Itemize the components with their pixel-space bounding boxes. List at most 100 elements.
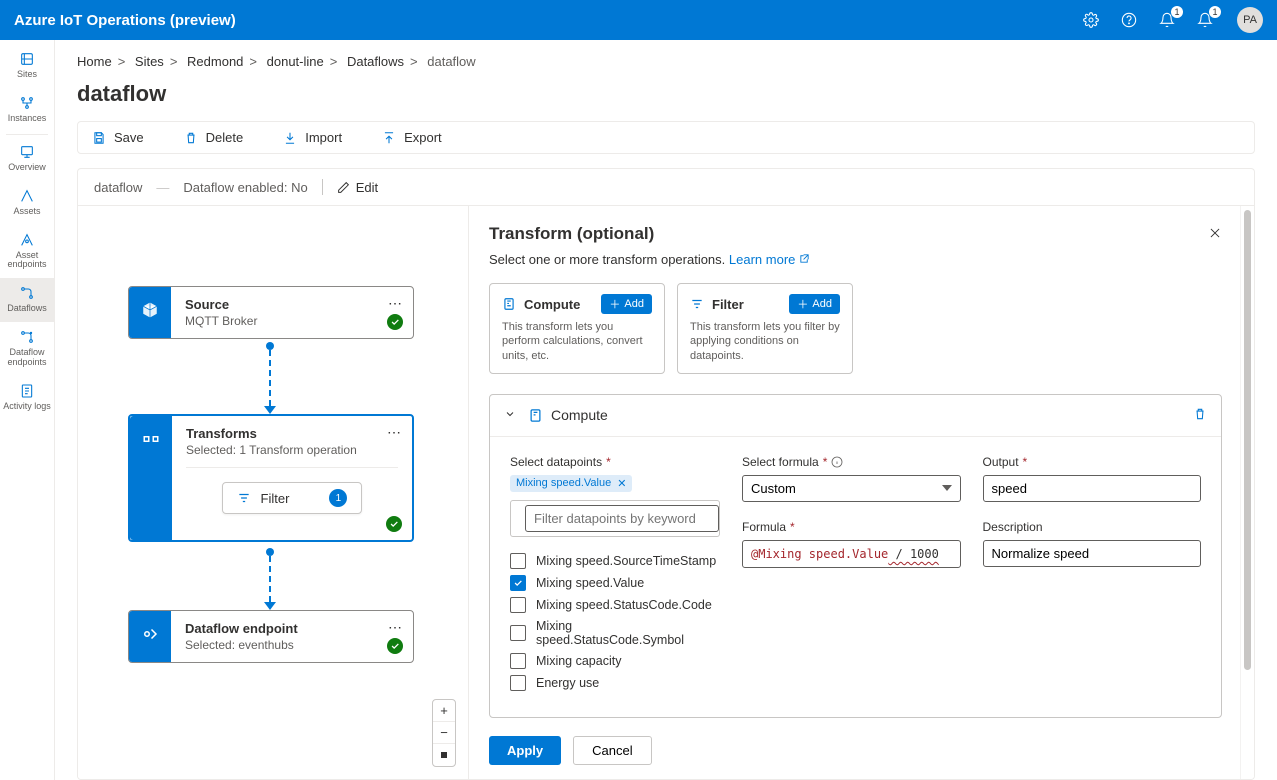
zoom-out-button[interactable]: − xyxy=(433,722,455,744)
output-column: Output * Description xyxy=(983,455,1202,697)
page-title: dataflow xyxy=(77,81,1255,107)
nav-assets[interactable]: Assets xyxy=(0,181,54,225)
datapoints-column: Select datapoints * Mixing speed.Value✕ … xyxy=(510,455,720,697)
check-icon xyxy=(387,314,403,330)
help-icon[interactable] xyxy=(1119,10,1139,30)
checkbox[interactable] xyxy=(510,575,526,591)
datapoint-row[interactable]: Mixing speed.StatusCode.Code xyxy=(510,597,720,613)
formula-input[interactable]: @Mixing speed.Value / 1000 xyxy=(742,540,961,568)
panel-subtitle: Select one or more transform operations.… xyxy=(489,252,1222,267)
datapoint-search-input[interactable] xyxy=(525,505,719,532)
edit-button[interactable]: Edit xyxy=(337,180,378,195)
nav-activity-logs[interactable]: Activity logs xyxy=(0,376,54,420)
feedback-icon[interactable]: 1 xyxy=(1195,10,1215,30)
left-nav: Sites Instances Overview Assets Asset en… xyxy=(0,40,55,780)
export-button[interactable]: Export xyxy=(382,130,442,145)
nav-overview[interactable]: Overview xyxy=(0,137,54,181)
selected-tag[interactable]: Mixing speed.Value✕ xyxy=(510,475,632,492)
datapoint-label: Mixing speed.StatusCode.Symbol xyxy=(536,619,720,647)
nav-sites[interactable]: Sites xyxy=(0,44,54,88)
learn-more-link[interactable]: Learn more xyxy=(729,252,810,267)
compute-card: Compute ＋ Add This transform lets you pe… xyxy=(489,283,665,374)
check-icon xyxy=(386,516,402,532)
datapoint-row[interactable]: Energy use xyxy=(510,675,720,691)
edit-icon xyxy=(337,181,350,194)
crumb-donut[interactable]: donut-line xyxy=(267,54,324,69)
close-icon[interactable] xyxy=(1208,226,1222,243)
node-endpoint[interactable]: ⋯ Dataflow endpoint Selected: eventhubs xyxy=(128,610,414,663)
status-name: dataflow xyxy=(94,180,142,195)
nav-dataflow-endpoints[interactable]: Dataflow endpoints xyxy=(0,322,54,376)
add-filter-button[interactable]: ＋ Add xyxy=(789,294,840,314)
output-input[interactable] xyxy=(983,475,1202,502)
delete-section-button[interactable] xyxy=(1193,407,1207,424)
crumb-sites[interactable]: Sites xyxy=(135,54,164,69)
cancel-button[interactable]: Cancel xyxy=(573,736,651,765)
formula-select[interactable]: Custom xyxy=(742,475,961,502)
delete-button[interactable]: Delete xyxy=(184,130,244,145)
asset-endpoints-icon xyxy=(18,231,36,249)
datapoint-label: Mixing speed.Value xyxy=(536,576,644,590)
node-transforms-title: Transforms xyxy=(186,426,398,441)
nav-dataflows[interactable]: Dataflows xyxy=(0,278,54,322)
node-source-sub: MQTT Broker xyxy=(185,314,399,328)
transform-filter-pill[interactable]: Filter 1 xyxy=(222,482,363,514)
datapoint-row[interactable]: Mixing speed.Value xyxy=(510,575,720,591)
zoom-fit-button[interactable] xyxy=(433,744,455,766)
panel-title: Transform (optional) xyxy=(489,224,654,244)
node-menu-icon[interactable]: ⋯ xyxy=(388,295,403,312)
node-menu-icon[interactable]: ⋯ xyxy=(388,619,403,636)
nav-asset-endpoints[interactable]: Asset endpoints xyxy=(0,225,54,279)
compute-section: Compute Select datapoints * Mixing speed… xyxy=(489,394,1222,718)
datapoint-search[interactable] xyxy=(510,500,720,537)
filter-count-badge: 1 xyxy=(329,489,347,507)
crumb-redmond[interactable]: Redmond xyxy=(187,54,243,69)
datapoint-row[interactable]: Mixing capacity xyxy=(510,653,720,669)
node-menu-icon[interactable]: ⋯ xyxy=(387,424,402,441)
settings-icon[interactable] xyxy=(1081,10,1101,30)
toolbar: Save Delete Import Export xyxy=(77,121,1255,154)
node-transforms-sub: Selected: 1 Transform operation xyxy=(186,443,398,457)
scrollbar[interactable] xyxy=(1240,206,1254,779)
flow-canvas[interactable]: ⋯ Source MQTT Broker ⋯ Transforms xyxy=(78,206,468,779)
avatar[interactable]: PA xyxy=(1237,7,1263,33)
tag-remove-icon[interactable]: ✕ xyxy=(617,477,626,490)
filter-icon xyxy=(237,491,251,505)
chevron-down-icon[interactable] xyxy=(504,408,516,423)
datapoint-row[interactable]: Mixing speed.SourceTimeStamp xyxy=(510,553,720,569)
status-enabled: Dataflow enabled: No xyxy=(183,180,307,195)
save-button[interactable]: Save xyxy=(92,130,144,145)
checkbox[interactable] xyxy=(510,675,526,691)
header-actions: 1 1 PA xyxy=(1081,7,1263,33)
scroll-thumb[interactable] xyxy=(1244,210,1251,670)
node-endpoint-title: Dataflow endpoint xyxy=(185,621,399,636)
apply-button[interactable]: Apply xyxy=(489,736,561,765)
add-compute-button[interactable]: ＋ Add xyxy=(601,294,652,314)
zoom-in-button[interactable]: + xyxy=(433,700,455,722)
datapoint-row[interactable]: Mixing speed.StatusCode.Symbol xyxy=(510,619,720,647)
node-transforms[interactable]: ⋯ Transforms Selected: 1 Transform opera… xyxy=(128,414,414,542)
notification-icon[interactable]: 1 xyxy=(1157,10,1177,30)
compute-icon xyxy=(502,297,516,311)
crumb-home[interactable]: Home xyxy=(77,54,112,69)
node-source-title: Source xyxy=(185,297,399,312)
filter-icon xyxy=(690,297,704,311)
delete-icon xyxy=(184,131,198,145)
cube-icon xyxy=(141,301,159,319)
connector xyxy=(269,548,271,610)
transform-panel: Transform (optional) Select one or more … xyxy=(469,206,1240,779)
crumb-dataflows[interactable]: Dataflows xyxy=(347,54,404,69)
assets-icon xyxy=(18,187,36,205)
checkbox[interactable] xyxy=(510,597,526,613)
checkbox[interactable] xyxy=(510,553,526,569)
checkbox[interactable] xyxy=(510,625,526,641)
description-input[interactable] xyxy=(983,540,1202,567)
info-icon[interactable] xyxy=(831,456,843,468)
import-button[interactable]: Import xyxy=(283,130,342,145)
nav-instances[interactable]: Instances xyxy=(0,88,54,132)
node-source[interactable]: ⋯ Source MQTT Broker xyxy=(128,286,414,339)
checkbox[interactable] xyxy=(510,653,526,669)
dataflow-endpoints-icon xyxy=(18,328,36,346)
transform-icon xyxy=(142,430,160,448)
export-icon xyxy=(382,131,396,145)
